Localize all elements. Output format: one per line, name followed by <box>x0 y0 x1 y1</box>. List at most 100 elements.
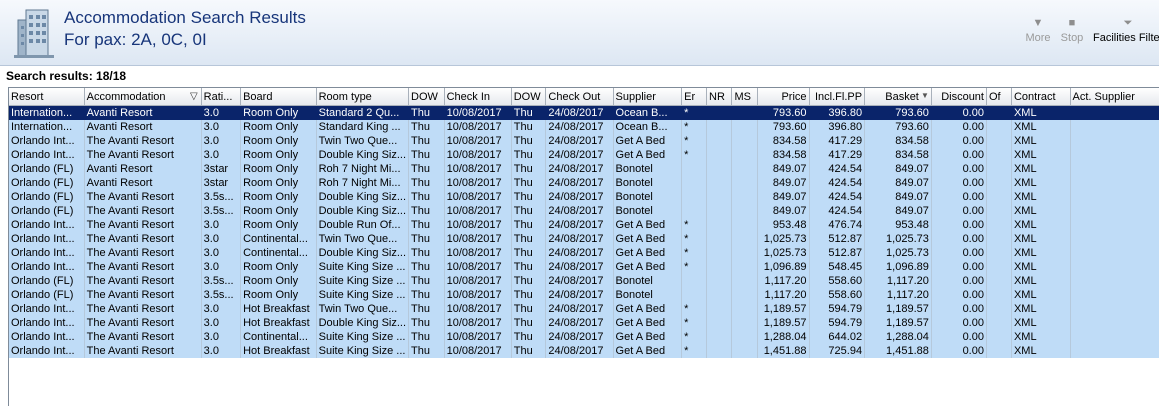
cell-of <box>986 330 1012 344</box>
cell-accommodation: The Avanti Resort <box>84 218 202 232</box>
column-header-label: Accommodation <box>86 90 166 103</box>
column-filter-icon[interactable]: ▽ <box>190 91 198 102</box>
cell-resort: Orlando Int... <box>9 218 85 232</box>
column-header-ms[interactable]: MS <box>731 88 758 106</box>
cell-contract: XML <box>1011 274 1071 288</box>
table-row[interactable]: Orlando (FL) The Avanti Resort 3.5s... Room… <box>9 274 1159 288</box>
sort-descending-icon: ▼ <box>920 91 929 100</box>
column-header-board[interactable]: Board <box>240 88 317 106</box>
table-row[interactable]: Orlando Int... The Avanti Resort 3.0 Hot Br… <box>9 316 1159 330</box>
cell-supplier: Get A Bed <box>613 246 683 260</box>
cell-of <box>986 148 1012 162</box>
cell-accommodation: The Avanti Resort <box>84 302 202 316</box>
table-row[interactable]: Orlando Int... The Avanti Resort 3.0 Contin… <box>9 330 1159 344</box>
column-header-label: Act. Supplier <box>1072 90 1135 103</box>
cell-dow-in: Thu <box>408 232 445 246</box>
column-header-dow-out[interactable]: DOW <box>511 88 547 106</box>
cell-contract: XML <box>1011 260 1071 274</box>
column-header-nr[interactable]: NR <box>706 88 733 106</box>
column-header-resort[interactable]: Resort <box>9 88 85 106</box>
cell-dow-out: Thu <box>511 218 547 232</box>
cell-check-in: 10/08/2017 <box>444 232 512 246</box>
cell-contract: XML <box>1011 218 1071 232</box>
column-header-er[interactable]: Er <box>681 88 708 106</box>
table-row[interactable]: Orlando (FL) Avanti Resort 3star Room Only R… <box>9 176 1159 190</box>
column-header-incl-fl-pp[interactable]: Incl.Fl.PP <box>809 88 866 106</box>
cell-dow-out: Thu <box>511 288 547 302</box>
table-row[interactable]: Internation... Avanti Resort 3.0 Room Only S… <box>9 105 1159 120</box>
cell-nr <box>706 190 733 204</box>
results-grid[interactable]: Resort Accommodation ▽ Rati... Board Room typ… <box>8 87 1159 406</box>
cell-basket: 1,189.57 <box>864 316 932 330</box>
results-table[interactable]: Resort Accommodation ▽ Rati... Board Room typ… <box>9 88 1159 358</box>
cell-discount: 0.00 <box>931 260 987 274</box>
cell-accommodation: The Avanti Resort <box>84 232 202 246</box>
cell-er <box>681 162 708 176</box>
column-header-room-type[interactable]: Room type <box>316 88 410 106</box>
table-row[interactable]: Internation... Avanti Resort 3.0 Room Only S… <box>9 120 1159 134</box>
cell-check-out: 24/08/2017 <box>545 204 614 218</box>
cell-nr <box>706 148 733 162</box>
table-row[interactable]: Orlando Int... The Avanti Resort 3.0 Room O… <box>9 218 1159 232</box>
cell-incl-fl-pp: 725.94 <box>809 344 866 358</box>
cell-room-type: Double King Siz... <box>316 246 410 260</box>
table-row[interactable]: Orlando Int... The Avanti Resort 3.0 Room O… <box>9 148 1159 162</box>
table-row[interactable]: Orlando Int... The Avanti Resort 3.0 Room O… <box>9 134 1159 148</box>
cell-ms <box>731 288 758 302</box>
column-header-act-supplier[interactable]: Act. Supplier <box>1070 88 1159 106</box>
column-header-rating[interactable]: Rati... <box>201 88 242 106</box>
cell-dow-in: Thu <box>408 120 445 134</box>
cell-basket: 953.48 <box>864 218 932 232</box>
column-header-label: Check In <box>446 90 491 103</box>
column-header-check-in[interactable]: Check In <box>444 88 512 106</box>
column-header-supplier[interactable]: Supplier <box>613 88 683 106</box>
cell-ms <box>731 162 758 176</box>
column-header-accommodation[interactable]: Accommodation ▽ <box>84 88 202 106</box>
column-header-label: Price <box>781 90 807 103</box>
cell-er: * <box>681 218 708 232</box>
cell-of <box>986 162 1012 176</box>
cell-of <box>986 344 1012 358</box>
stop-button[interactable]: ■ Stop <box>1057 14 1087 50</box>
cell-check-out: 24/08/2017 <box>545 274 614 288</box>
table-row[interactable]: Orlando Int... The Avanti Resort 3.0 Hot Br… <box>9 344 1159 358</box>
column-header-check-out[interactable]: Check Out <box>545 88 614 106</box>
cell-er: * <box>681 246 708 260</box>
table-row[interactable]: Orlando Int... The Avanti Resort 3.0 Hot Br… <box>9 302 1159 316</box>
stop-label: Stop <box>1060 32 1084 44</box>
column-header-dow-in[interactable]: DOW <box>408 88 445 106</box>
column-header-discount[interactable]: Discount <box>931 88 987 106</box>
cell-check-in: 10/08/2017 <box>444 344 512 358</box>
cell-board: Room Only <box>240 288 317 302</box>
table-row[interactable]: Orlando Int... The Avanti Resort 3.0 Room O… <box>9 260 1159 274</box>
cell-discount: 0.00 <box>931 134 987 148</box>
more-button[interactable]: ▼ More <box>1023 14 1053 50</box>
column-header-price[interactable]: Price <box>757 88 810 106</box>
cell-discount: 0.00 <box>931 148 987 162</box>
cell-ms <box>731 190 758 204</box>
column-header-label: Rati... <box>203 90 233 103</box>
cell-incl-fl-pp: 424.54 <box>809 176 866 190</box>
cell-supplier: Bonotel <box>613 176 683 190</box>
cell-room-type: Twin Two Que... <box>316 232 410 246</box>
cell-supplier: Bonotel <box>613 190 683 204</box>
table-row[interactable]: Orlando (FL) The Avanti Resort 3.5s... Room… <box>9 190 1159 204</box>
pax-subtitle: For pax: 2A, 0C, 0I <box>64 30 207 49</box>
cell-accommodation: The Avanti Resort <box>84 190 202 204</box>
table-row[interactable]: Orlando (FL) Avanti Resort 3star Room Only R… <box>9 162 1159 176</box>
cell-price: 793.60 <box>757 120 810 134</box>
facilities-filter-button[interactable]: ⏷ Facilities Filter <box>1093 14 1159 50</box>
cell-board: Hot Breakfast <box>240 316 317 330</box>
column-header-contract[interactable]: Contract <box>1011 88 1071 106</box>
table-row[interactable]: Orlando Int... The Avanti Resort 3.0 Contin… <box>9 232 1159 246</box>
table-row[interactable]: Orlando (FL) The Avanti Resort 3.5s... Room… <box>9 288 1159 302</box>
table-row[interactable]: Orlando Int... The Avanti Resort 3.0 Contin… <box>9 246 1159 260</box>
table-row[interactable]: Orlando (FL) The Avanti Resort 3.5s... Room… <box>9 204 1159 218</box>
cell-check-in: 10/08/2017 <box>444 176 512 190</box>
cell-nr <box>706 316 733 330</box>
column-header-basket[interactable]: Basket ▼ <box>864 88 932 106</box>
cell-accommodation: The Avanti Resort <box>84 204 202 218</box>
cell-incl-fl-pp: 644.02 <box>809 330 866 344</box>
column-header-of[interactable]: Of <box>986 88 1012 106</box>
cell-check-in: 10/08/2017 <box>444 204 512 218</box>
